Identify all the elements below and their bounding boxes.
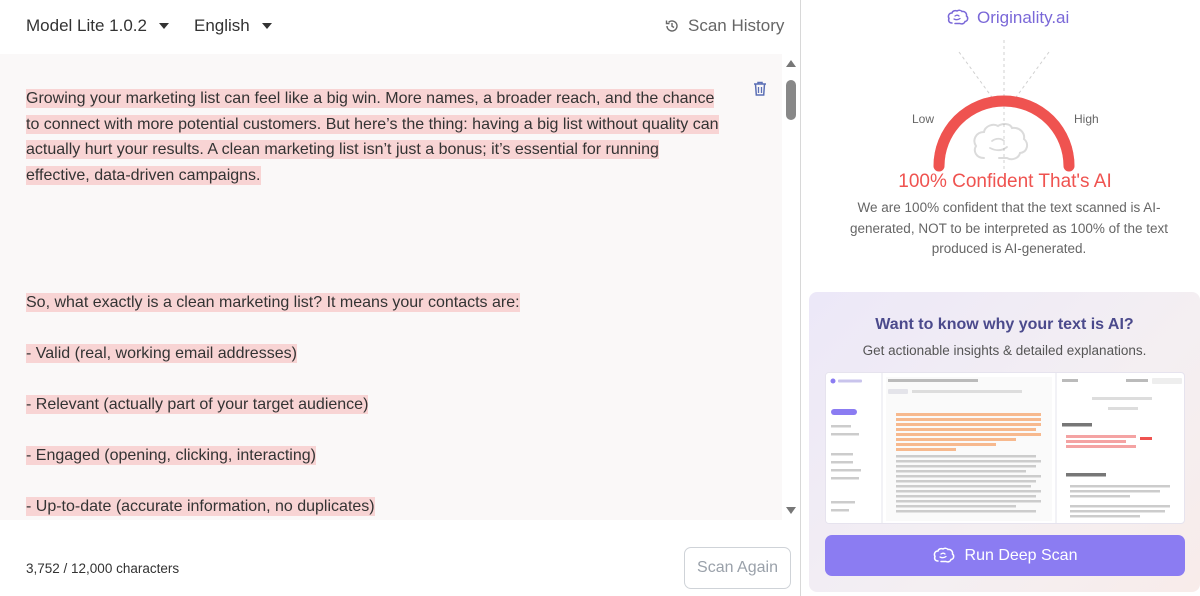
promo-title: Want to know why your text is AI? [875, 316, 1134, 333]
brain-icon [933, 547, 954, 563]
scan-again-button[interactable]: Scan Again [684, 547, 791, 589]
result-panel: Originality.ai Low High 100% Confident T… [801, 0, 1200, 596]
chevron-down-icon [261, 23, 272, 29]
confidence-description: We are 100% confident that the text scan… [850, 200, 1168, 256]
chevron-down-icon [158, 23, 169, 29]
list-item: - Relevant (actually part of your target… [26, 395, 369, 414]
model-label: Model Lite 1.0.2 [26, 16, 147, 35]
gauge-low-label: Low [912, 112, 935, 126]
brand-logo: Originality.ai [947, 8, 1069, 28]
character-count: 3,752 / 12,000 characters [26, 561, 180, 576]
highlighted-paragraph: Growing your marketing list can feel lik… [26, 89, 719, 185]
brain-watermark-icon [973, 122, 1029, 161]
list-item: - Up-to-date (accurate information, no d… [26, 497, 375, 516]
language-label: English [194, 16, 250, 35]
text-editor[interactable]: Growing your marketing list can feel lik… [0, 54, 782, 520]
gauge-track [933, 95, 1075, 172]
promo-subtitle: Get actionable insights & detailed expla… [862, 343, 1147, 358]
confidence-gauge [933, 95, 1075, 172]
trash-icon [754, 81, 766, 96]
brain-icon [947, 9, 969, 25]
editor-panel: Model Lite 1.0.2 English Scan History Gr… [0, 0, 800, 596]
scroll-up-arrow[interactable] [786, 60, 796, 67]
scan-history-label: Scan History [688, 16, 785, 35]
gauge-high-label: High [1074, 112, 1099, 126]
deep-scan-preview-image [825, 372, 1185, 524]
language-dropdown[interactable]: English [194, 16, 272, 36]
editor-toolbar: Model Lite 1.0.2 English Scan History [0, 0, 800, 54]
preview-illustration [826, 373, 1182, 523]
list-item: - Engaged (opening, clicking, interactin… [26, 446, 316, 465]
scanned-text: Growing your marketing list can feel lik… [26, 86, 726, 520]
gauge-fill [933, 95, 1075, 172]
list-item: - Valid (real, working email addresses) [26, 344, 297, 363]
editor-scrollbar[interactable] [782, 54, 800, 520]
scan-history-button[interactable]: Scan History [664, 16, 784, 36]
confidence-headline: 100% Confident That's AI [898, 171, 1112, 192]
deep-scan-promo: Want to know why your text is AI? Get ac… [809, 292, 1200, 592]
brand-name: Originality.ai [977, 8, 1070, 27]
history-icon [665, 20, 678, 32]
scroll-thumb[interactable] [786, 80, 796, 120]
run-deep-scan-button[interactable]: Run Deep Scan [825, 535, 1185, 576]
highlighted-paragraph: So, what exactly is a clean marketing li… [26, 293, 520, 312]
clear-text-button[interactable] [752, 80, 768, 102]
model-dropdown[interactable]: Model Lite 1.0.2 [26, 16, 169, 36]
run-deep-scan-label: Run Deep Scan [964, 546, 1078, 564]
scroll-down-arrow[interactable] [786, 507, 796, 514]
